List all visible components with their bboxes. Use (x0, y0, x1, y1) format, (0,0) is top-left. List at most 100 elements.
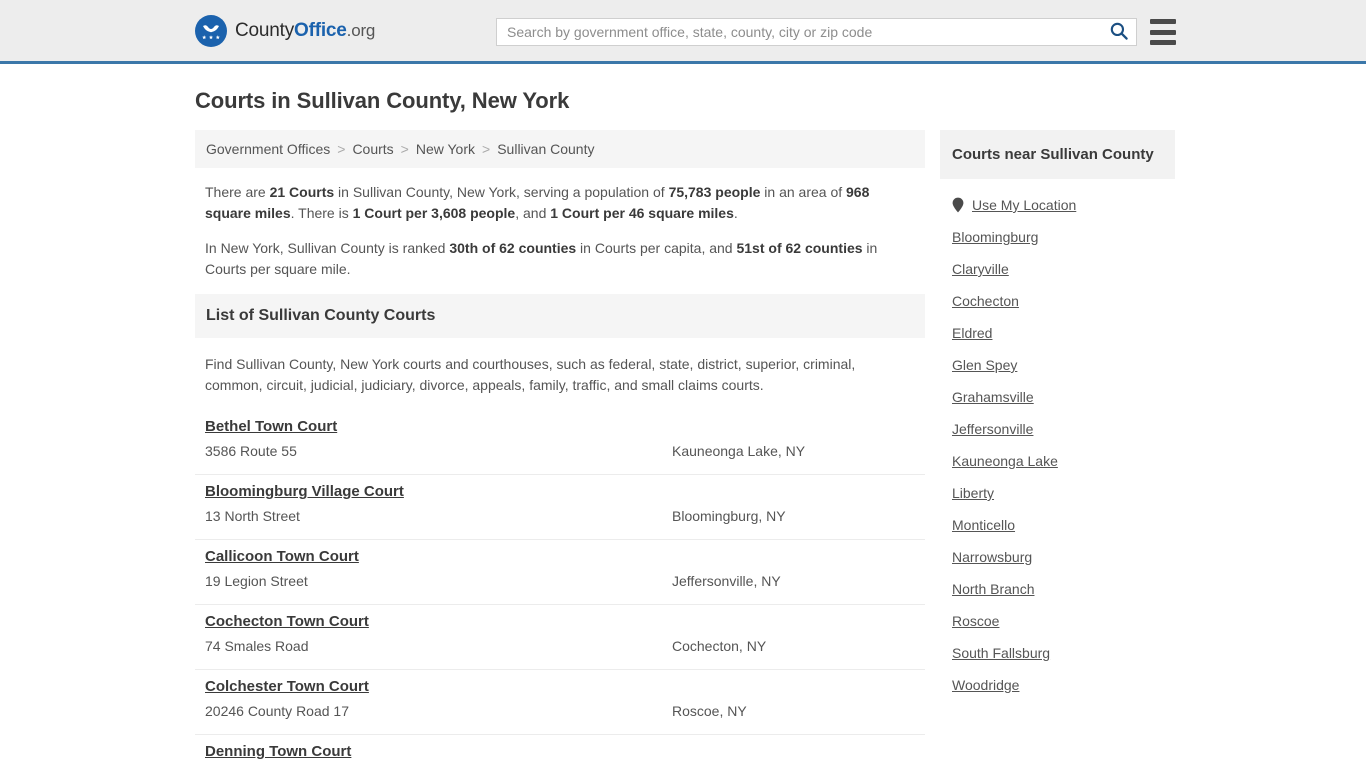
court-name-link[interactable]: Denning Town Court (205, 743, 351, 760)
sidebar-place-label[interactable]: Glen Spey (952, 357, 1017, 373)
sidebar-place-label[interactable]: Liberty (952, 485, 994, 501)
logo-text-part1: County (235, 19, 295, 41)
sidebar-place-label[interactable]: Woodridge (952, 677, 1019, 693)
court-name-link[interactable]: Bethel Town Court (205, 418, 337, 435)
court-address: 74 Smales Road (205, 638, 309, 654)
sidebar-place-label[interactable]: Roscoe (952, 613, 999, 629)
sidebar-item-roscoe[interactable]: Roscoe (952, 605, 1163, 637)
site-logo-text: CountyOffice.org (235, 20, 375, 42)
sidebar-item-grahamsville[interactable]: Grahamsville (952, 381, 1163, 413)
stat-per-capita: 1 Court per 3,608 people (352, 205, 516, 221)
sidebar-item-cochecton[interactable]: Cochecton (952, 285, 1163, 317)
sidebar-place-label[interactable]: Eldred (952, 325, 992, 341)
sidebar-place-label[interactable]: Kauneonga Lake (952, 453, 1058, 469)
intro-text: . There is (290, 205, 353, 221)
court-name-link[interactable]: Callicoon Town Court (205, 548, 359, 565)
court-list: Bethel Town Court 3586 Route 55 Kauneonga … (195, 410, 925, 768)
sidebar-item-woodridge[interactable]: Woodridge (952, 669, 1163, 701)
breadcrumb-item-sullivan-county[interactable]: Sullivan County (497, 141, 594, 157)
intro-text: In New York, Sullivan County is ranked (205, 240, 450, 256)
page-container: Courts in Sullivan County, New York Gove… (0, 88, 1366, 768)
page-title: Courts in Sullivan County, New York (195, 88, 570, 113)
breadcrumb: Government Offices > Courts > New York >… (195, 130, 925, 168)
sidebar-item-kauneonga-lake[interactable]: Kauneonga Lake (952, 445, 1163, 477)
court-detail: 13 North Street Bloomingburg, NY (205, 508, 915, 524)
court-detail: 3586 Route 55 Kauneonga Lake, NY (205, 443, 915, 459)
sidebar-item-jeffersonville[interactable]: Jeffersonville (952, 413, 1163, 445)
court-city: Jeffersonville, NY (672, 573, 781, 589)
sidebar-place-label[interactable]: Grahamsville (952, 389, 1034, 405)
sidebar-item-narrowsburg[interactable]: Narrowsburg (952, 541, 1163, 573)
sidebar-place-label[interactable]: Monticello (952, 517, 1015, 533)
stat-per-area: 1 Court per 46 square miles (550, 205, 734, 221)
court-row: Bethel Town Court 3586 Route 55 Kauneonga … (195, 410, 925, 475)
intro-paragraph-2: In New York, Sullivan County is ranked 3… (205, 238, 895, 280)
intro-text: , and (515, 205, 551, 221)
search-bar[interactable] (496, 18, 1137, 46)
list-section-heading: List of Sullivan County Courts (195, 294, 925, 338)
breadcrumb-item-government-offices[interactable]: Government Offices (206, 141, 330, 157)
logo-text-part2: Office (294, 19, 347, 41)
sidebar-item-bloomingburg[interactable]: Bloomingburg (952, 221, 1163, 253)
court-name-link[interactable]: Bloomingburg Village Court (205, 483, 404, 500)
sidebar-place-label[interactable]: Claryville (952, 261, 1009, 277)
court-detail: 19 Legion Street Jeffersonville, NY (205, 573, 915, 589)
search-icon (1109, 21, 1129, 44)
sidebar-use-my-location-label[interactable]: Use My Location (972, 197, 1076, 213)
stat-court-count: 21 Courts (269, 184, 335, 200)
sidebar-place-label[interactable]: North Branch (952, 581, 1034, 597)
hamburger-bar-1 (1150, 19, 1176, 24)
sidebar-item-south-fallsburg[interactable]: South Fallsburg (952, 637, 1163, 669)
intro-text: There are (205, 184, 270, 200)
intro-text: in an area of (760, 184, 847, 200)
intro-text: in Sullivan County, New York, serving a … (334, 184, 669, 200)
court-address: 20246 County Road 17 (205, 703, 349, 719)
sidebar-place-label[interactable]: Narrowsburg (952, 549, 1032, 565)
court-name-link[interactable]: Colchester Town Court (205, 678, 369, 695)
court-row: Bloomingburg Village Court 13 North Stree… (195, 475, 925, 540)
sidebar: Courts near Sullivan County Use My Locat… (940, 130, 1175, 701)
content-columns: Government Offices > Courts > New York >… (195, 130, 1175, 768)
breadcrumb-item-courts[interactable]: Courts (352, 141, 393, 157)
court-address: 13 North Street (205, 508, 300, 524)
sidebar-links: Use My Location Bloomingburg Claryville Co… (940, 179, 1175, 701)
court-row: Cochecton Town Court 74 Smales Road Cochec… (195, 605, 925, 670)
stat-population: 75,783 people (668, 184, 761, 200)
sidebar-item-glen-spey[interactable]: Glen Spey (952, 349, 1163, 381)
intro-statistics: There are 21 Courts in Sullivan County, … (195, 168, 925, 280)
stat-rank-per-capita: 30th of 62 counties (449, 240, 577, 256)
sidebar-item-eldred[interactable]: Eldred (952, 317, 1163, 349)
sidebar-place-label[interactable]: South Fallsburg (952, 645, 1050, 661)
court-row: Colchester Town Court 20246 County Road 1… (195, 670, 925, 735)
sidebar-item-liberty[interactable]: Liberty (952, 477, 1163, 509)
sidebar-place-label[interactable]: Jeffersonville (952, 421, 1033, 437)
sidebar-item-claryville[interactable]: Claryville (952, 253, 1163, 285)
intro-paragraph-1: There are 21 Courts in Sullivan County, … (205, 182, 895, 224)
map-pin-icon (952, 197, 964, 213)
intro-text: in Courts per capita, and (576, 240, 737, 256)
search-input[interactable] (497, 19, 1102, 45)
court-address: 3586 Route 55 (205, 443, 297, 459)
breadcrumb-separator: > (400, 141, 409, 157)
sidebar-place-label[interactable]: Cochecton (952, 293, 1019, 309)
breadcrumb-item-new-york[interactable]: New York (416, 141, 475, 157)
stat-rank-per-area: 51st of 62 counties (736, 240, 863, 256)
sidebar-item-north-branch[interactable]: North Branch (952, 573, 1163, 605)
court-city: Kauneonga Lake, NY (672, 443, 806, 459)
eagle-shield-icon (195, 14, 227, 47)
site-header: CountyOffice.org (0, 0, 1366, 64)
court-detail: 74 Smales Road Cochecton, NY (205, 638, 915, 654)
breadcrumb-separator: > (337, 141, 346, 157)
breadcrumb-separator: > (482, 141, 491, 157)
sidebar-item-monticello[interactable]: Monticello (952, 509, 1163, 541)
search-button[interactable] (1102, 19, 1136, 45)
main-column: Government Offices > Courts > New York >… (195, 130, 925, 768)
court-name-link[interactable]: Cochecton Town Court (205, 613, 369, 630)
logo-text-part3: .org (346, 20, 376, 40)
sidebar-place-label[interactable]: Bloomingburg (952, 229, 1038, 245)
site-logo[interactable]: CountyOffice.org (195, 14, 375, 47)
court-address: 19 Legion Street (205, 573, 308, 589)
hamburger-menu-button[interactable] (1150, 19, 1176, 45)
sidebar-item-use-my-location[interactable]: Use My Location (952, 189, 1163, 221)
court-detail: 20246 County Road 17 Roscoe, NY (205, 703, 915, 719)
